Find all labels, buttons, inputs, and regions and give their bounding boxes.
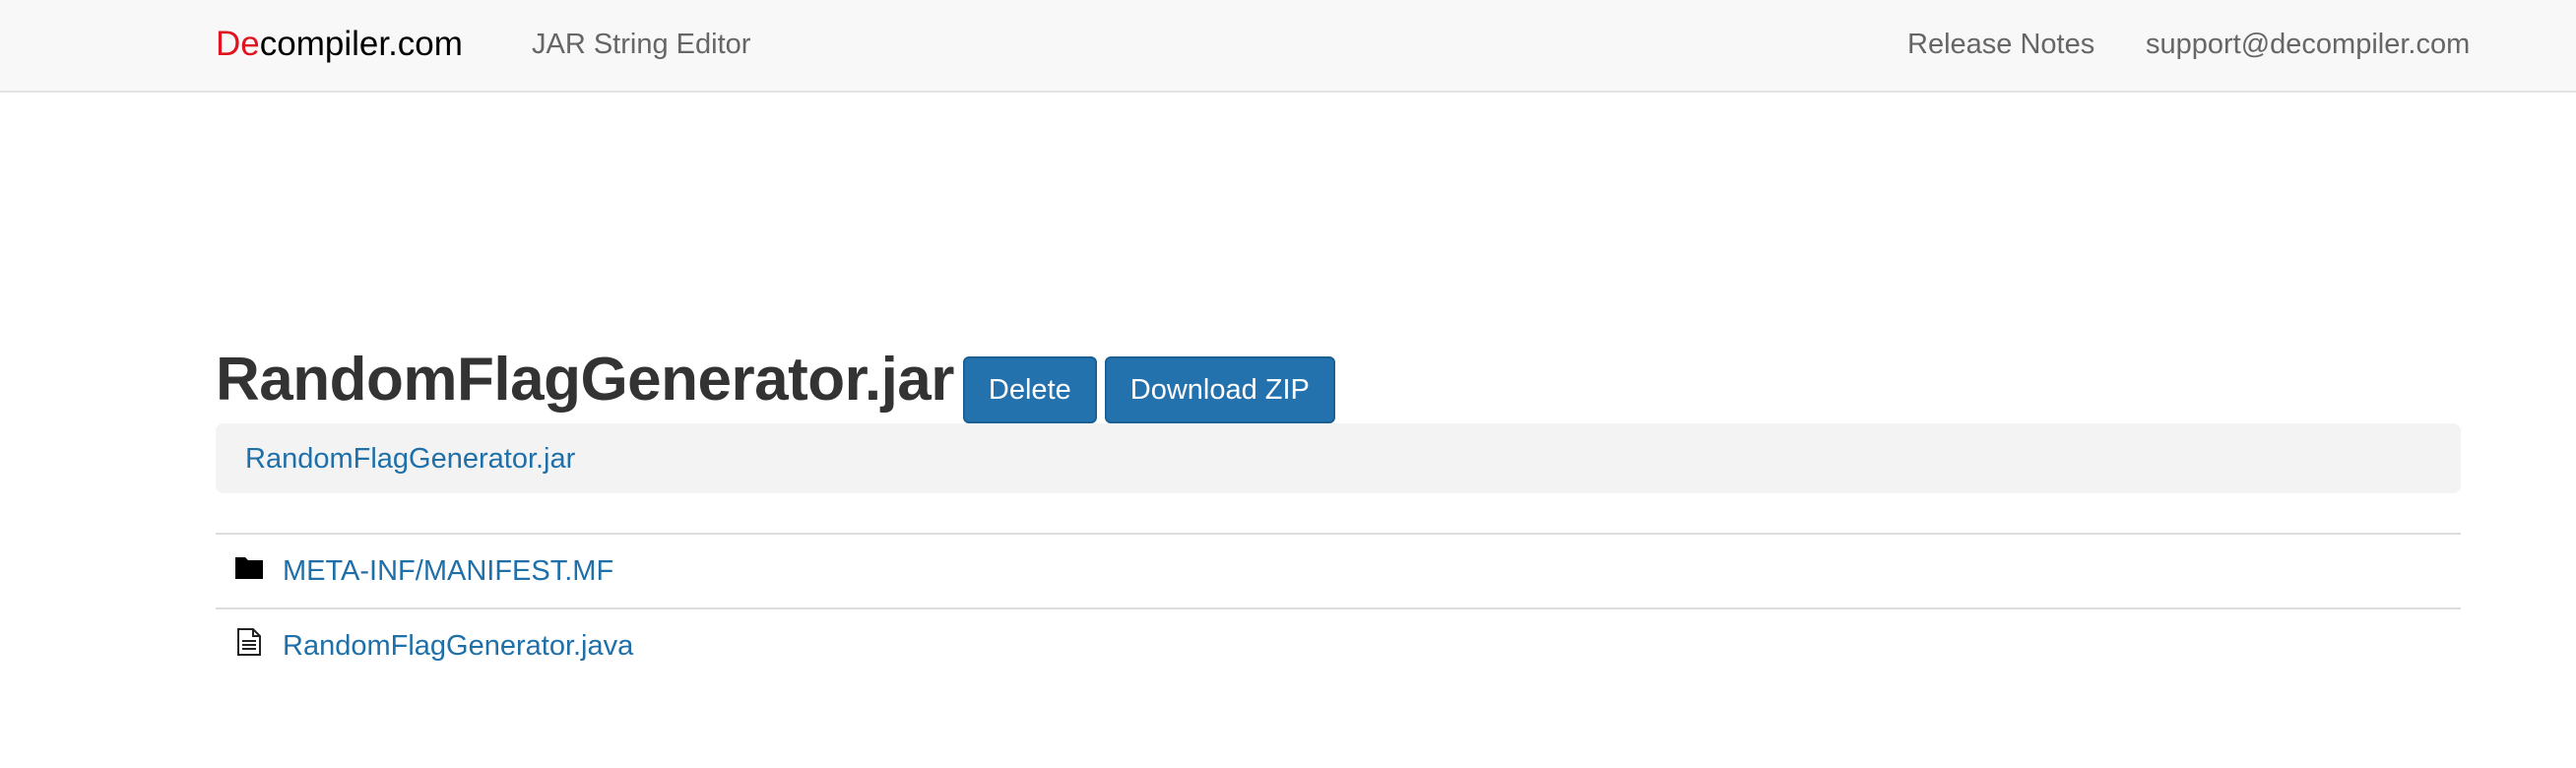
top-navbar: Decompiler.com JAR String Editor Release… [0, 0, 2576, 93]
download-zip-button[interactable]: Download ZIP [1104, 356, 1335, 423]
file-list: META-INF/MANIFEST.MF RandomFlagGenerator… [216, 533, 2461, 682]
delete-button[interactable]: Delete [962, 356, 1097, 423]
brand-accent-text: De [216, 25, 260, 63]
brand-logo-link[interactable]: Decompiler.com [216, 25, 463, 64]
breadcrumb: RandomFlagGenerator.jar [216, 423, 2461, 493]
page-header: RandomFlagGenerator.jar Delete Download … [216, 345, 1343, 423]
file-row-java: RandomFlagGenerator.java [216, 608, 2461, 682]
brand-rest-text: compiler.com [259, 25, 463, 63]
nav-support-email[interactable]: support@decompiler.com [2146, 28, 2470, 61]
file-text-icon [237, 628, 261, 656]
file-link-java[interactable]: RandomFlagGenerator.java [283, 629, 633, 663]
file-link-manifest[interactable]: META-INF/MANIFEST.MF [283, 554, 613, 588]
folder-icon [235, 557, 263, 579]
page-title: RandomFlagGenerator.jar [216, 346, 954, 414]
nav-jar-string-editor[interactable]: JAR String Editor [532, 28, 750, 61]
nav-release-notes[interactable]: Release Notes [1907, 28, 2094, 61]
breadcrumb-item-root[interactable]: RandomFlagGenerator.jar [245, 442, 575, 476]
file-row-manifest: META-INF/MANIFEST.MF [216, 533, 2461, 608]
